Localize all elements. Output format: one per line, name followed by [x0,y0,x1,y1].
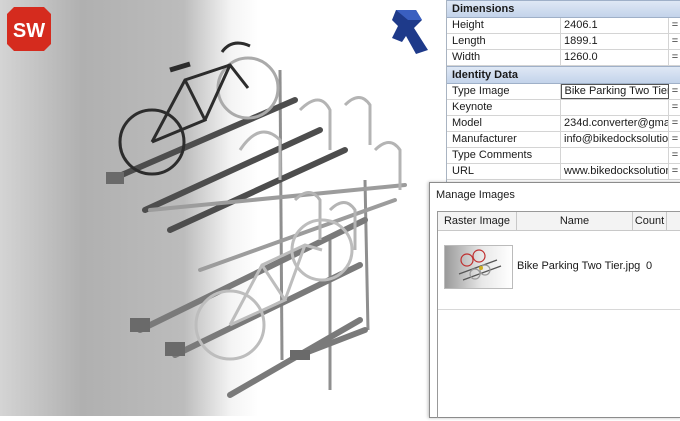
image-count: 0 [646,260,653,272]
solidworks-logo: SW [6,6,52,52]
formula-button[interactable]: = [669,132,680,147]
formula-button[interactable]: = [669,116,680,131]
formula-button[interactable]: = [669,34,680,49]
property-row-model[interactable]: Model 234d.converter@gmail.c = [447,116,680,132]
property-row-url[interactable]: URL www.bikedocksolution = [447,164,680,180]
property-name: Type Comments [447,148,561,163]
property-row-length[interactable]: Length 1899.1 = [447,34,680,50]
property-value[interactable]: info@bikedocksolutions. [561,132,669,147]
formula-button[interactable]: = [669,84,680,99]
formula-button[interactable]: = [669,164,680,179]
property-row-manufacturer[interactable]: Manufacturer info@bikedocksolutions. = [447,132,680,148]
property-row-type-comments[interactable]: Type Comments = [447,148,680,164]
property-name: Keynote [447,100,561,115]
revit-logo [386,6,432,58]
image-name: Bike Parking Two Tier.jpg [517,260,641,272]
images-table: Raster Image Name Count Bike Parking Two… [437,211,680,418]
manage-images-dialog: Manage Images Raster Image Name Count Bi… [429,182,680,418]
properties-panel: Dimensions Height 2406.1 = Length 1899.1… [446,0,680,184]
property-name: URL [447,164,561,179]
property-value[interactable] [561,148,669,163]
property-name: Manufacturer [447,132,561,147]
property-row-width[interactable]: Width 1260.0 = [447,50,680,66]
formula-button[interactable]: = [669,148,680,163]
property-row-keynote[interactable]: Keynote = [447,100,680,116]
dialog-title: Manage Images [430,183,680,207]
solidworks-logo-text: SW [13,20,45,42]
section-header-dimensions: Dimensions [447,0,680,18]
table-header: Raster Image Name Count [438,212,680,231]
property-name: Height [447,18,561,33]
raster-image-thumbnail [444,245,513,289]
property-row-height[interactable]: Height 2406.1 = [447,18,680,34]
property-value[interactable]: 1260.0 [561,50,669,65]
table-row[interactable]: Bike Parking Two Tier.jpg 0 [438,231,680,310]
section-header-identity-data: Identity Data [447,66,680,84]
type-image-value-field[interactable]: Bike Parking Two Tier..j [560,84,670,99]
property-name: Model [447,116,561,131]
property-name: Width [447,50,561,65]
property-value[interactable]: 1899.1 [561,34,669,49]
column-header-name[interactable]: Name [517,212,633,230]
property-value[interactable]: 234d.converter@gmail.c [561,116,669,131]
property-name: Type Image [447,84,561,99]
property-value[interactable]: www.bikedocksolution [561,164,669,179]
column-header-raster-image[interactable]: Raster Image [438,212,517,230]
property-value[interactable] [561,100,669,115]
formula-button[interactable]: = [669,50,680,65]
formula-button[interactable]: = [669,18,680,33]
property-row-type-image[interactable]: Type Image Bike Parking Two Tier..j = [447,84,680,100]
column-header-count[interactable]: Count [633,212,667,230]
formula-button[interactable]: = [669,100,680,115]
property-name: Length [447,34,561,49]
property-value[interactable]: 2406.1 [561,18,669,33]
